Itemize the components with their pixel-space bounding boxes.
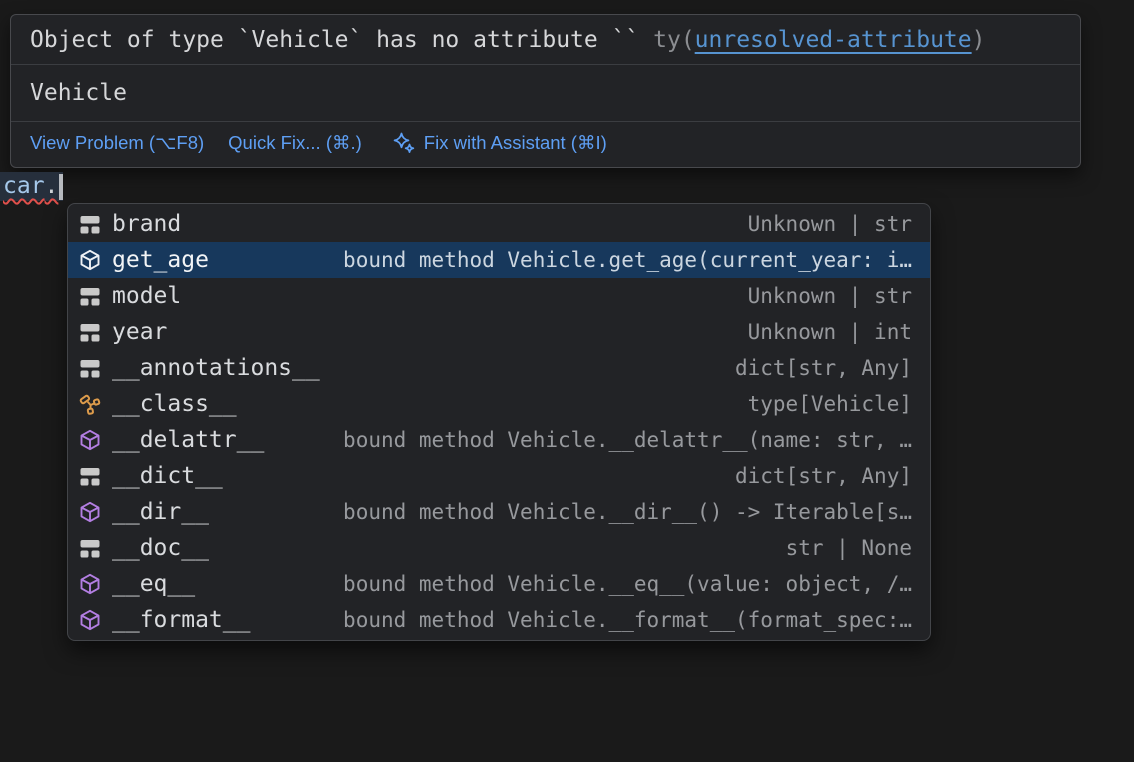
diagnostic-actions: View Problem (⌥F8) Quick Fix... (⌘.) Fix…: [11, 122, 1080, 167]
completion-detail: bound method Vehicle.__eq__(value: objec…: [329, 572, 912, 596]
completion-item-dict[interactable]: __dict__ dict[str, Any]: [68, 458, 930, 494]
quick-fix-button[interactable]: Quick Fix... (⌘.): [228, 132, 362, 154]
completion-label: __class__: [112, 391, 237, 417]
completion-detail: bound method Vehicle.get_age(current_yea…: [329, 248, 912, 272]
completion-label: __delattr__: [112, 427, 264, 453]
diagnostic-rule-link[interactable]: unresolved-attribute: [695, 27, 972, 53]
completion-detail: Unknown | int: [734, 320, 912, 344]
view-problem-button[interactable]: View Problem (⌥F8): [30, 132, 204, 154]
completion-detail: Unknown | str: [734, 212, 912, 236]
completion-label: __format__: [112, 607, 250, 633]
completion-label: __doc__: [112, 535, 209, 561]
completion-label: __eq__: [112, 571, 195, 597]
completion-item-format[interactable]: __format__ bound method Vehicle.__format_…: [68, 602, 930, 638]
completion-detail: type[Vehicle]: [734, 392, 912, 416]
editor-code-line[interactable]: car.: [0, 172, 63, 201]
dot-token: .: [45, 173, 59, 199]
completion-detail: Unknown | str: [734, 284, 912, 308]
completion-item-model[interactable]: model Unknown | str: [68, 278, 930, 314]
completion-detail: dict[str, Any]: [721, 356, 912, 380]
current-word-highlight: car.: [0, 172, 63, 201]
sparkle-icon: [392, 131, 416, 155]
completion-item-brand[interactable]: brand Unknown | str: [68, 206, 930, 242]
completion-item-doc[interactable]: __doc__ str | None: [68, 530, 930, 566]
completion-detail: bound method Vehicle.__format__(format_s…: [329, 608, 912, 632]
method-icon: [79, 573, 101, 595]
fix-with-assistant-button[interactable]: Fix with Assistant (⌘I): [392, 131, 607, 155]
completion-label: __dir__: [112, 499, 209, 525]
completion-label: __annotations__: [112, 355, 320, 381]
method-icon: [79, 609, 101, 631]
method-icon: [79, 249, 101, 271]
completion-item-class[interactable]: __class__ type[Vehicle]: [68, 386, 930, 422]
field-icon: [79, 465, 101, 487]
diagnostic-message-row: Object of type `Vehicle` has no attribut…: [11, 15, 1080, 64]
completion-label: year: [112, 319, 167, 345]
field-icon: [79, 213, 101, 235]
completion-item-getage[interactable]: get_age bound method Vehicle.get_age(curr…: [68, 242, 930, 278]
field-icon: [79, 537, 101, 559]
completion-label: get_age: [112, 247, 209, 273]
completion-label: model: [112, 283, 181, 309]
completion-detail: bound method Vehicle.__delattr__(name: s…: [329, 428, 912, 452]
completion-menu: brandUnknown | strget_agebound method Ve…: [67, 203, 931, 641]
completion-detail: str | None: [772, 536, 912, 560]
completion-detail: bound method Vehicle.__dir__() -> Iterab…: [329, 500, 912, 524]
diagnostic-secondary: Vehicle: [11, 65, 1080, 121]
field-icon: [79, 357, 101, 379]
class-icon: [79, 393, 101, 415]
completion-item-year[interactable]: year Unknown | int: [68, 314, 930, 350]
diagnostic-popover: Object of type `Vehicle` has no attribut…: [10, 14, 1081, 168]
diagnostic-source-suffix: ): [972, 27, 986, 53]
completion-label: __dict__: [112, 463, 223, 489]
method-icon: [79, 429, 101, 451]
completion-item-dir[interactable]: __dir__ bound method Vehicle.__dir__() ->…: [68, 494, 930, 530]
field-icon: [79, 285, 101, 307]
completion-item-annotations[interactable]: __annotations__ dict[str, Any]: [68, 350, 930, 386]
diagnostic-source-prefix: ty(: [653, 27, 695, 53]
method-icon: [79, 501, 101, 523]
variable-token: car: [3, 173, 45, 199]
fix-with-assistant-label: Fix with Assistant (⌘I): [424, 132, 607, 154]
completion-item-eq[interactable]: __eq__ bound method Vehicle.__eq__(value:…: [68, 566, 930, 602]
code-token: car.: [3, 172, 58, 201]
completion-label: brand: [112, 211, 181, 237]
completion-item-delattr[interactable]: __delattr__ bound method Vehicle.__delatt…: [68, 422, 930, 458]
text-cursor: [59, 174, 63, 200]
completion-detail: dict[str, Any]: [721, 464, 912, 488]
diagnostic-message: Object of type `Vehicle` has no attribut…: [30, 27, 653, 53]
field-icon: [79, 321, 101, 343]
